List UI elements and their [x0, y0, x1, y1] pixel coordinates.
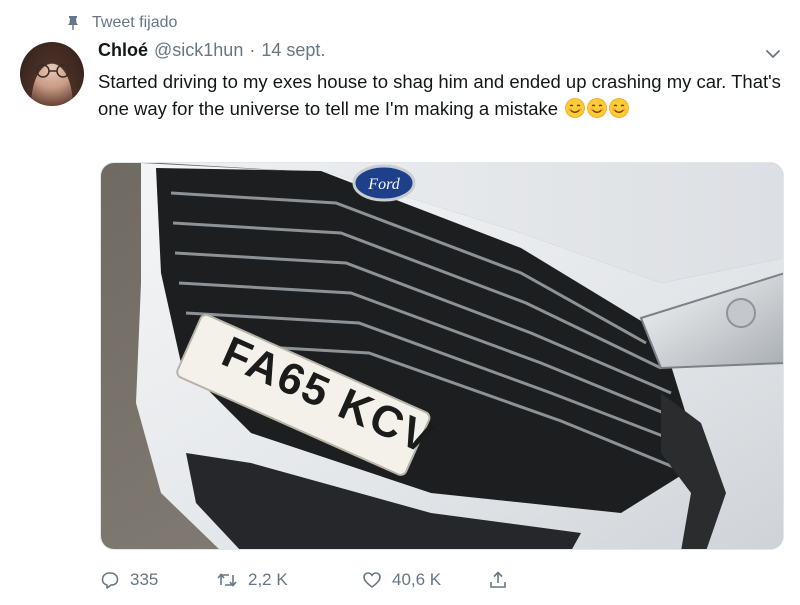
- chevron-down-icon[interactable]: [763, 44, 783, 64]
- avatar[interactable]: [20, 42, 84, 106]
- reply-button[interactable]: 335: [100, 570, 216, 590]
- tweet-text: Started driving to my exes house to shag…: [98, 68, 788, 122]
- smiling-face-emoji-icon: [565, 98, 586, 118]
- smiling-face-emoji-icon: [587, 98, 608, 118]
- tweet-actions: 335 2,2 K 40,6 K: [100, 567, 518, 593]
- retweet-button[interactable]: 2,2 K: [216, 570, 362, 590]
- smiling-face-emoji-icon: [609, 98, 630, 118]
- tweet-date[interactable]: 14 sept.: [261, 40, 325, 61]
- separator-dot: ·: [249, 40, 256, 60]
- reply-icon: [101, 572, 119, 589]
- tweet-header: Chloé @sick1hun · 14 sept.: [98, 40, 325, 66]
- share-icon: [490, 571, 506, 588]
- retweet-count: 2,2 K: [248, 570, 288, 589]
- like-count: 40,6 K: [392, 570, 442, 589]
- tweet-body: Started driving to my exes house to shag…: [98, 71, 781, 119]
- retweet-icon: [217, 573, 237, 587]
- avatar-glasses: [36, 64, 70, 78]
- author-handle[interactable]: @sick1hun: [154, 40, 243, 61]
- reply-count: 335: [130, 570, 159, 589]
- like-button[interactable]: 40,6 K: [362, 570, 488, 590]
- like-icon: [363, 572, 381, 588]
- share-button[interactable]: [488, 570, 518, 590]
- ford-badge-text: Ford: [367, 176, 400, 193]
- pin-icon: [66, 15, 80, 31]
- author-name[interactable]: Chloé: [98, 40, 148, 61]
- tweet-photo[interactable]: FA65 KCV Ford: [100, 162, 784, 550]
- crashed-car-photo: FA65 KCV Ford: [101, 163, 783, 549]
- pinned-indicator: Tweet fijado: [66, 12, 177, 34]
- pinned-label: Tweet fijado: [92, 14, 178, 31]
